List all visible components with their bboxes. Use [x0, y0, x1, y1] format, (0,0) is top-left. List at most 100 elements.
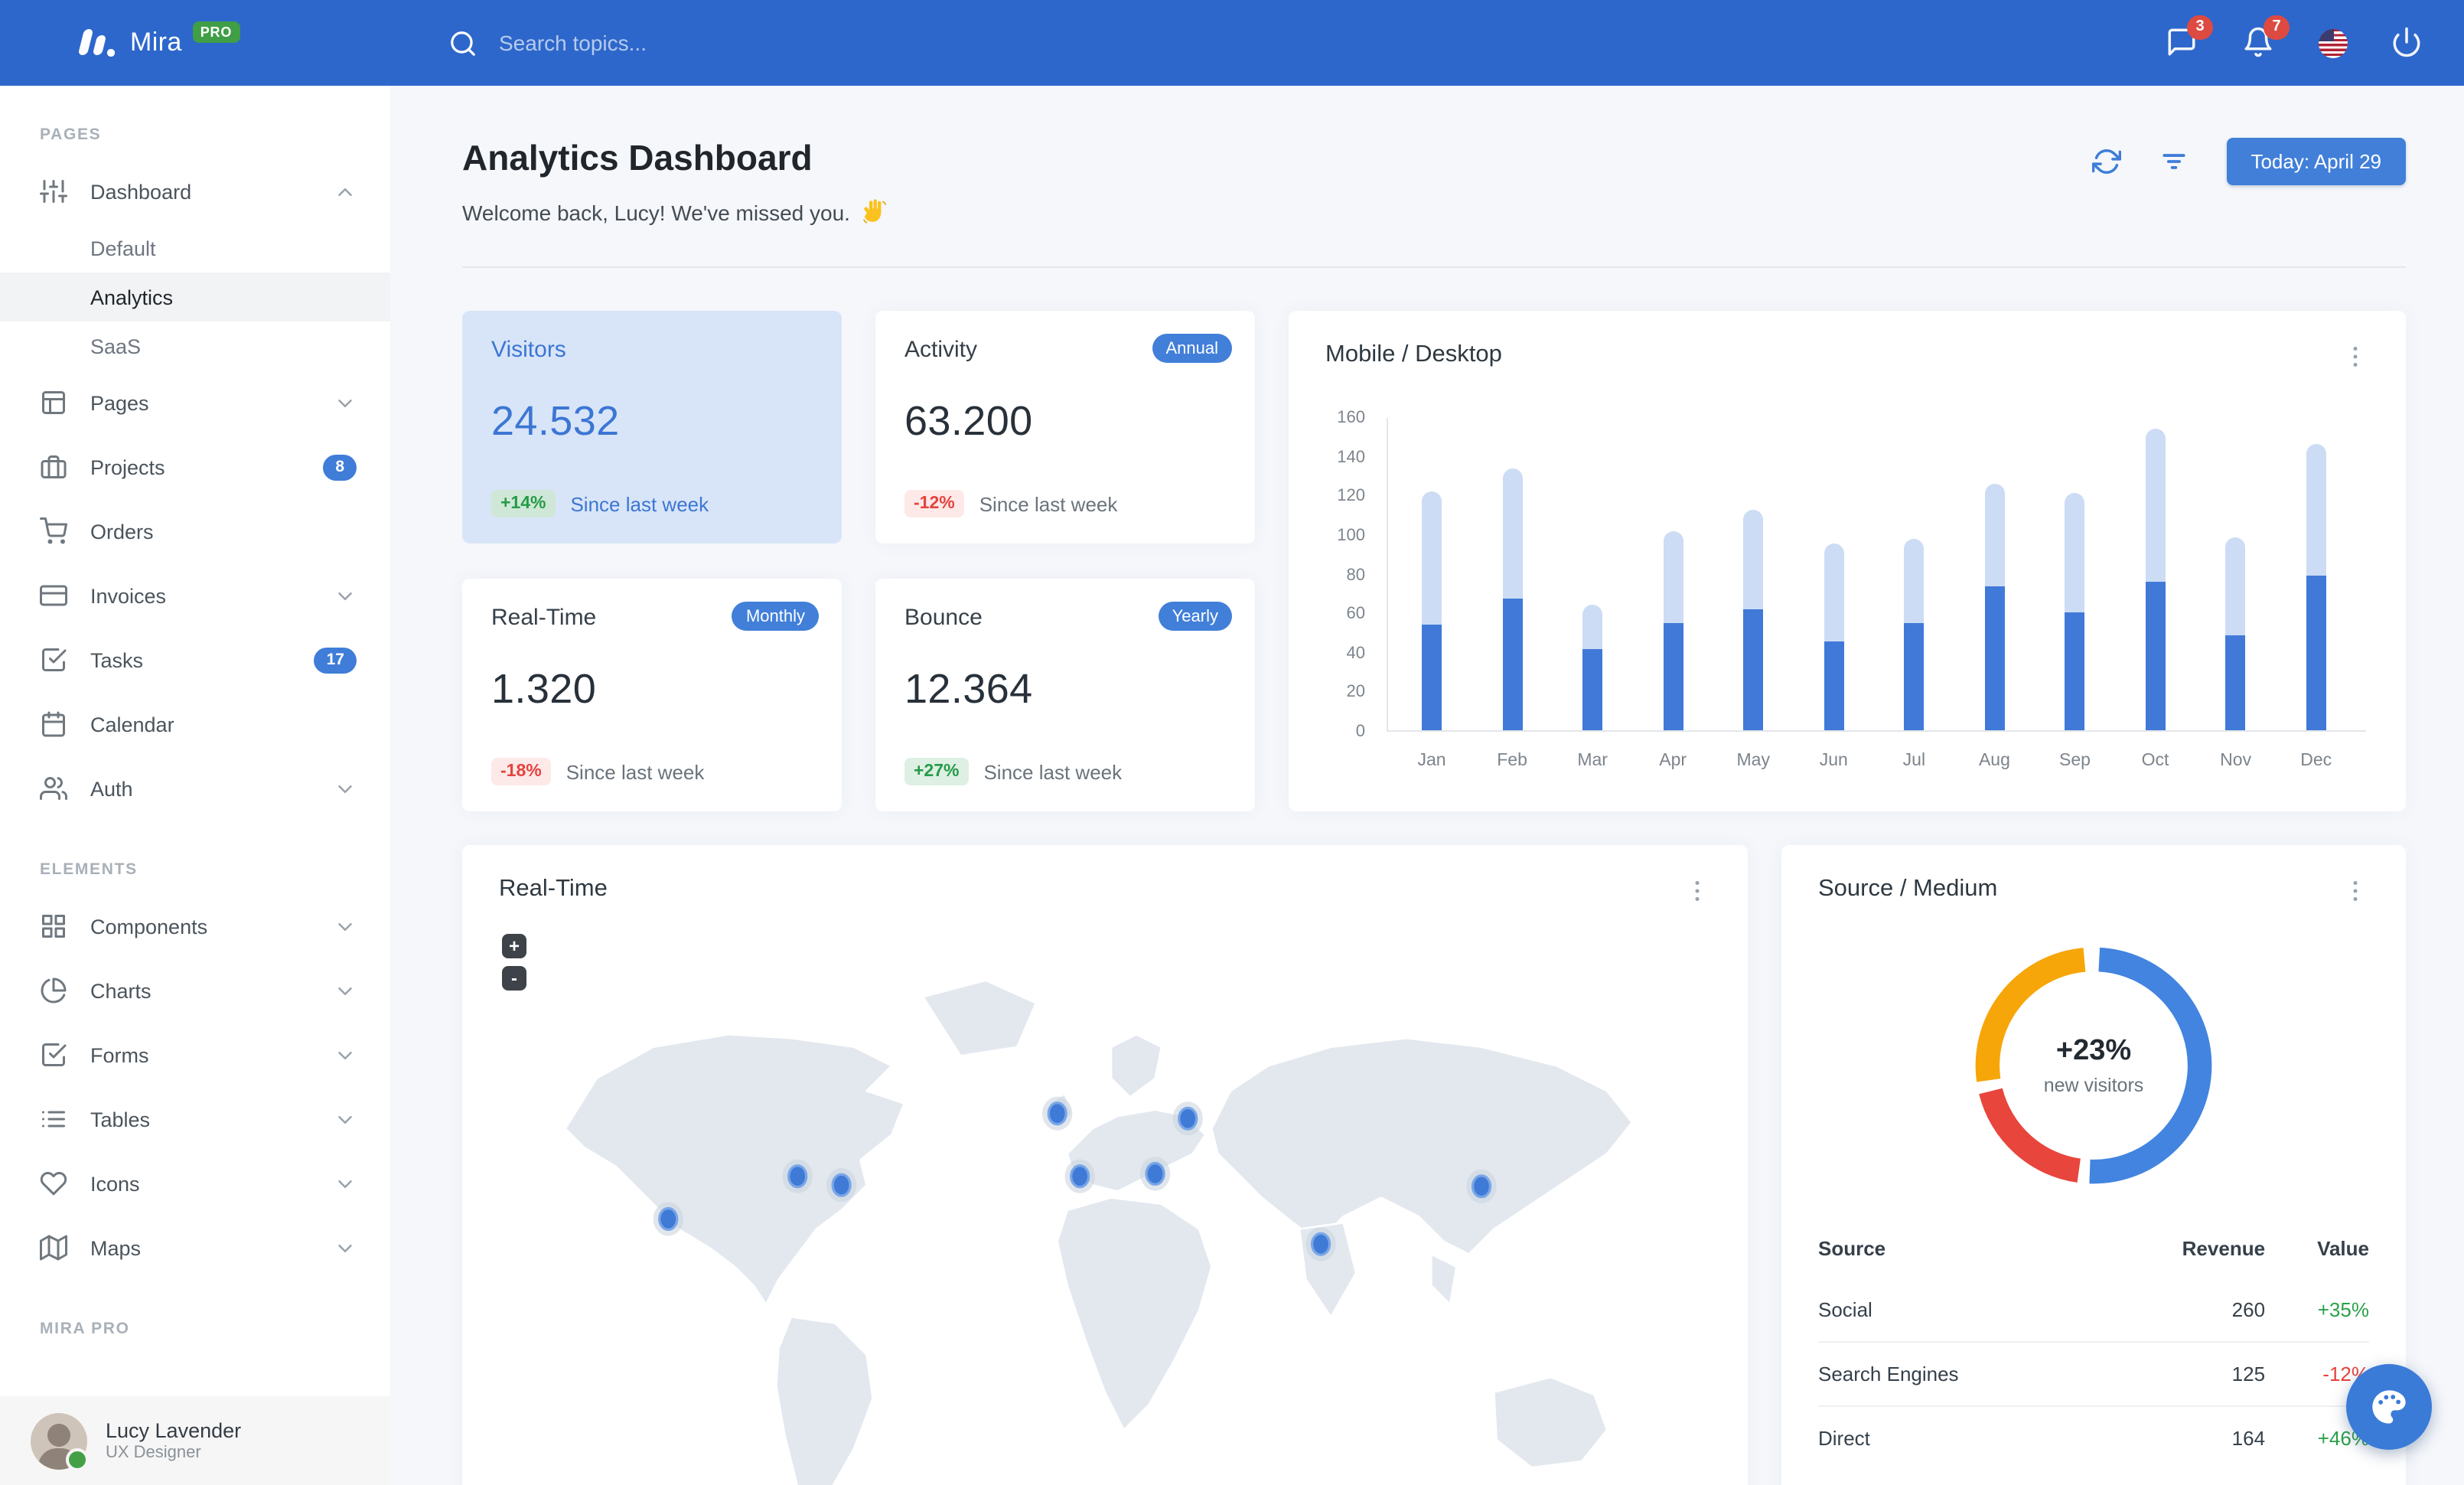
language-us-flag-icon[interactable]: [2319, 28, 2348, 57]
mobile-desktop-chart-card: Mobile / Desktop 0 20 40 60 80 100 120 140 160 J…: [1289, 311, 2406, 811]
table-row: Social 260 +35%: [1818, 1278, 2369, 1342]
sidebar-item-pages[interactable]: Pages: [0, 370, 390, 435]
sidebar-item-maps[interactable]: Maps: [0, 1216, 390, 1280]
notifications-button[interactable]: 7: [2242, 15, 2290, 60]
header-actions: Today: April 29: [2091, 138, 2406, 185]
page-title: Analytics Dashboard: [462, 138, 813, 178]
sidebar-item-label: Orders: [90, 520, 154, 543]
map-marker[interactable]: [1310, 1232, 1331, 1256]
calendar-icon: [42, 711, 65, 737]
stat-period-badge: Annual: [1152, 334, 1232, 363]
theme-settings-button[interactable]: [2346, 1364, 2432, 1450]
x-axis-label: Aug: [1978, 752, 2010, 770]
sidebar-item-tables[interactable]: Tables: [0, 1087, 390, 1151]
sidebar-item-label: Forms: [90, 1043, 149, 1066]
source-medium-title: Source / Medium: [1818, 876, 1998, 902]
chart-menu-button[interactable]: [2342, 341, 2372, 372]
stat-period-badge: Monthly: [732, 602, 819, 631]
sidebar-item-invoices[interactable]: Invoices: [0, 563, 390, 628]
map-zoom-out-button[interactable]: -: [502, 966, 526, 991]
chevron-down-icon: [338, 1180, 352, 1187]
sidebar-user[interactable]: Lucy Lavender UX Designer: [0, 1396, 390, 1485]
map-marker[interactable]: [1178, 1106, 1198, 1131]
messages-button[interactable]: 3: [2166, 15, 2213, 60]
source-table: Source Revenue Value Social 260 +35% Sea…: [1818, 1228, 2369, 1470]
check-square-icon: [42, 1043, 67, 1066]
chevron-down-icon: [338, 1051, 352, 1059]
bar-jul: Jul: [1903, 418, 1925, 770]
waving-hand-icon: [864, 199, 887, 224]
filter-icon: [2162, 154, 2185, 169]
bar-nov: Nov: [2220, 418, 2251, 770]
map-marker[interactable]: [658, 1206, 679, 1232]
x-axis-label: Oct: [2141, 752, 2169, 770]
sidebar-item-auth[interactable]: Auth: [0, 756, 390, 821]
y-axis-tick: 100: [1337, 526, 1365, 545]
sidebar-item-label: Dashboard: [90, 180, 192, 203]
date-range-button[interactable]: Today: April 29: [2226, 138, 2406, 185]
stat-card-bounce: Bounce Yearly 12.364 +27% Since last week: [875, 579, 1255, 811]
donut-center-label: new visitors: [2043, 1075, 2144, 1096]
sign-out-button[interactable]: [2391, 26, 2424, 60]
sidebar-item-orders[interactable]: Orders: [0, 499, 390, 563]
source-menu-button[interactable]: [2342, 876, 2372, 906]
stat-period-badge: Yearly: [1158, 602, 1232, 631]
y-axis-tick: 20: [1346, 683, 1366, 702]
main-content: Analytics Dashboard Welcome back, Lucy! …: [390, 86, 2464, 1485]
refresh-button[interactable]: [2091, 145, 2125, 178]
notifications-badge: 7: [2264, 15, 2290, 40]
world-map-svg: [564, 979, 1634, 1485]
y-axis-tick: 140: [1337, 448, 1365, 467]
sidebar-item-label: Charts: [90, 979, 152, 1002]
stat-value: 24.532: [491, 398, 620, 444]
sidebar-nav: PAGES Dashboard Default Analytics SaaS P…: [0, 86, 390, 1396]
sidebar-item-icons[interactable]: Icons: [0, 1151, 390, 1216]
realtime-map-card: Real-Time + -: [462, 845, 1748, 1485]
sidebar-item-label: Components: [90, 915, 208, 938]
sidebar-item-label: Icons: [90, 1172, 140, 1195]
map-marker[interactable]: [1070, 1164, 1090, 1189]
sidebar-item-label: Projects: [90, 455, 165, 478]
stat-note: Since last week: [983, 760, 1123, 783]
sidebar-item-label: Pages: [90, 391, 149, 414]
sidebar-item-projects[interactable]: Projects 8: [0, 435, 390, 499]
source-cell: Direct: [1818, 1405, 2100, 1470]
column-header-revenue: Revenue: [2182, 1237, 2266, 1260]
user-role: UX Designer: [106, 1444, 201, 1463]
sidebar-subitem-default[interactable]: Default: [0, 224, 390, 273]
world-map[interactable]: + -: [477, 928, 1732, 1485]
sidebar-item-dashboard[interactable]: Dashboard: [0, 159, 390, 224]
map-marker[interactable]: [831, 1173, 852, 1197]
chevron-down-icon: [338, 987, 352, 994]
chevron-down-icon: [338, 592, 352, 599]
brand[interactable]: Mira PRO: [0, 21, 390, 58]
x-axis-label: Jun: [1819, 752, 1848, 770]
stat-value: 1.320: [491, 666, 597, 712]
sidebar-item-calendar[interactable]: Calendar: [0, 692, 390, 756]
y-axis-tick: 160: [1337, 409, 1365, 427]
bar-apr: Apr: [1659, 418, 1687, 770]
column-header-value: Value: [2317, 1237, 2369, 1260]
sidebar-item-forms[interactable]: Forms: [0, 1023, 390, 1087]
map-marker[interactable]: [787, 1164, 808, 1189]
sidebar-item-label: Auth: [90, 777, 133, 800]
map-marker[interactable]: [1145, 1161, 1165, 1186]
table-row: Direct 164 +46%: [1818, 1405, 2369, 1470]
sidebar-subitem-analytics[interactable]: Analytics: [0, 273, 390, 321]
y-axis-tick: 0: [1355, 723, 1365, 741]
map-zoom-in-button[interactable]: +: [502, 934, 526, 958]
sidebar-item-charts[interactable]: Charts: [0, 958, 390, 1023]
sidebar-item-tasks[interactable]: Tasks 17: [0, 628, 390, 692]
sidebar-subitem-saas[interactable]: SaaS: [0, 321, 390, 370]
sidebar-item-components[interactable]: Components: [0, 894, 390, 958]
list-icon: [42, 1111, 65, 1128]
map-marker[interactable]: [1047, 1102, 1067, 1126]
chevron-down-icon: [338, 1115, 352, 1123]
map-menu-button[interactable]: [1683, 876, 1714, 906]
credit-card-icon: [40, 585, 67, 606]
power-icon: [2393, 27, 2420, 57]
map-marker[interactable]: [1471, 1174, 1492, 1199]
search-input[interactable]: [496, 29, 839, 57]
source-cell: Search Engines: [1818, 1341, 2100, 1406]
filter-button[interactable]: [2159, 145, 2192, 178]
